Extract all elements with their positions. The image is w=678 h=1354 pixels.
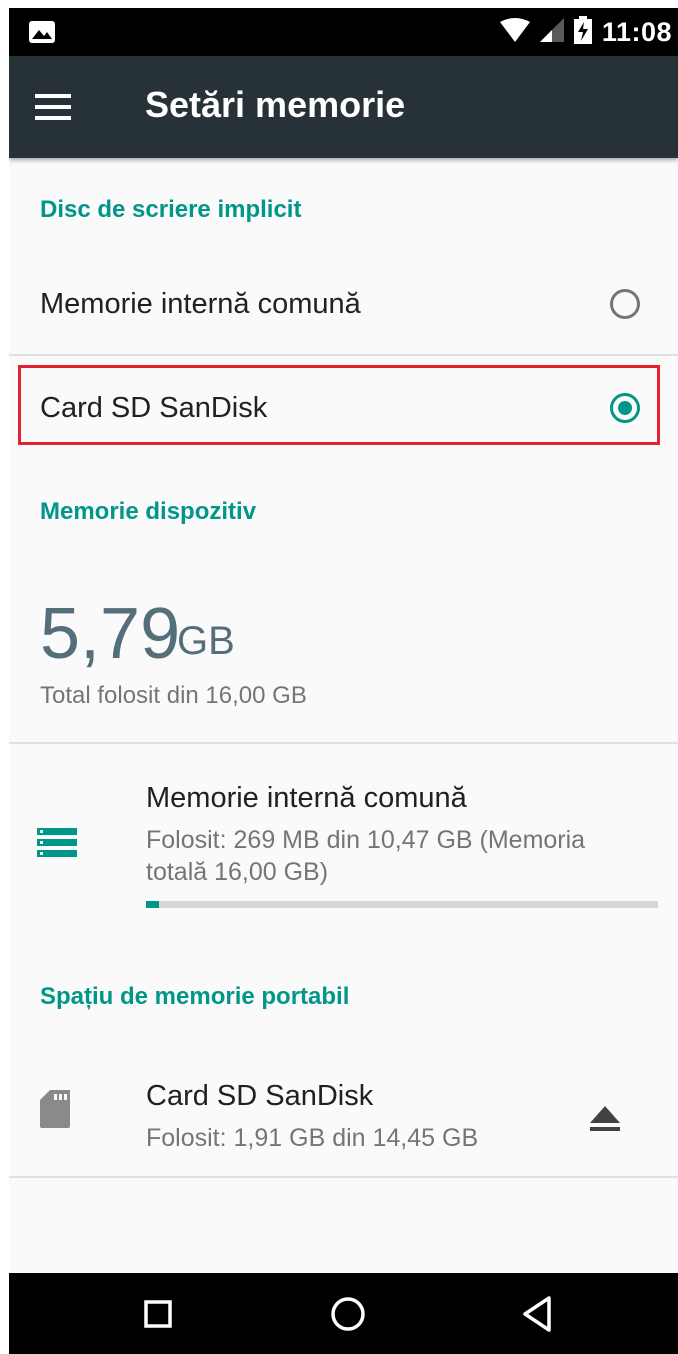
toolbar: Setări memorie	[9, 56, 678, 158]
battery-charging-icon	[573, 15, 592, 49]
total-used-text: Total folosit din 16,00 GB	[40, 682, 307, 709]
option-internal-shared-storage[interactable]: Memorie internă comună	[9, 258, 678, 353]
navigation-bar	[9, 1273, 678, 1354]
storage-icon	[37, 828, 77, 867]
used-storage-value: 5,79	[40, 594, 181, 674]
section-header-portable-storage: Spațiu de memorie portabil	[40, 983, 350, 1010]
sd-card-item[interactable]: Card SD SanDisk Folosit: 1,91 GB din 14,…	[9, 1048, 678, 1168]
sd-card-usage-text: Folosit: 1,91 GB din 14,45 GB	[146, 1124, 479, 1152]
home-button-icon[interactable]	[323, 1289, 373, 1339]
recents-button-icon[interactable]	[133, 1289, 183, 1339]
eject-icon[interactable]	[589, 1106, 621, 1137]
option-label: Memorie internă comună	[40, 288, 361, 320]
internal-storage-title: Memorie internă comună	[146, 782, 467, 814]
internal-storage-usage-text: Folosit: 269 MB din 10,47 GB (Memoria to…	[146, 826, 586, 886]
divider	[9, 354, 678, 356]
divider	[9, 742, 678, 744]
cell-signal-icon	[539, 17, 564, 47]
status-time: 11:08	[601, 16, 672, 47]
wifi-icon	[499, 17, 530, 47]
section-header-default-disk: Disc de scriere implicit	[40, 196, 302, 223]
phone-screen: 11:08 Setări memorie Disc de scriere imp…	[9, 8, 678, 1354]
internal-storage-progress-fill	[146, 901, 159, 908]
section-header-device-storage: Memorie dispozitiv	[40, 498, 257, 525]
status-bar: 11:08	[9, 8, 678, 56]
used-storage-unit: GB	[177, 619, 235, 663]
sd-card-icon	[40, 1090, 70, 1133]
menu-icon[interactable]	[31, 89, 75, 125]
image-notification-icon	[29, 21, 55, 43]
option-sd-card[interactable]: Card SD SanDisk	[9, 358, 678, 453]
radio-button-checked[interactable]	[610, 393, 640, 423]
radio-button-unchecked[interactable]	[610, 289, 640, 319]
internal-storage-progress-bar	[146, 901, 658, 908]
page-title: Setări memorie	[145, 84, 406, 125]
divider	[9, 1176, 678, 1178]
back-button-icon[interactable]	[513, 1289, 563, 1339]
sd-card-title: Card SD SanDisk	[146, 1080, 374, 1112]
option-label: Card SD SanDisk	[40, 392, 268, 424]
